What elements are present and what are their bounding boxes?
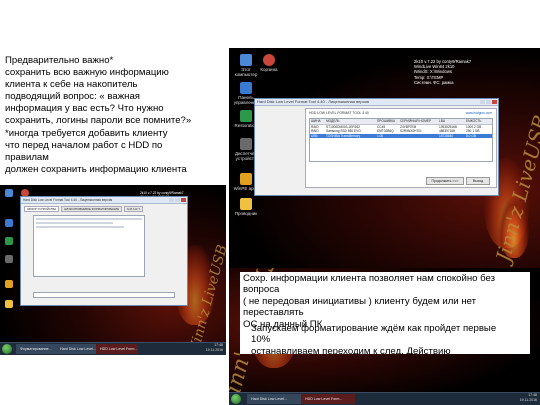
window-titlebar[interactable]: Hard Disk Low Level Format Tool 4.40 - Л… bbox=[21, 197, 187, 204]
taskbar: Форматирование... Hard Disk Low Level...… bbox=[0, 342, 226, 355]
taskbar-item[interactable]: HDD Low Level Form... bbox=[96, 344, 138, 354]
minimize-button[interactable] bbox=[169, 198, 174, 202]
start-button[interactable] bbox=[2, 344, 12, 354]
exit-button[interactable]: Выход bbox=[466, 177, 490, 185]
computer-icon[interactable] bbox=[1, 189, 17, 198]
continue-button[interactable]: Продолжить >>> bbox=[426, 177, 464, 185]
instructions-line: сохранить всю важную информацию bbox=[5, 67, 169, 79]
hdd-format-window: Hard Disk Low Level Format Tool 4.40 - Л… bbox=[254, 98, 499, 196]
taskbar-item[interactable]: Hard Disk Low Level... bbox=[247, 394, 301, 404]
info-line: вопроса bbox=[243, 284, 280, 296]
site-link[interactable]: www.hddguru.com bbox=[466, 111, 492, 115]
window-titlebar[interactable]: Hard Disk Low Level Format Tool 4.40 - Л… bbox=[255, 99, 498, 106]
taskbar-clock[interactable]: 17:48 19.11.2016 bbox=[520, 393, 537, 403]
column-header[interactable]: ШИНА bbox=[310, 119, 325, 124]
table-row[interactable]: USB TOSHIBA TransMemory 1.00 15728640 8.… bbox=[310, 133, 492, 138]
info-line: переставлять bbox=[243, 307, 304, 319]
info-text: Сохр. информации клиента позволяет нам с… bbox=[243, 273, 533, 330]
taskbar-item[interactable]: Форматирование... bbox=[16, 344, 58, 354]
instructions-line: информация у вас есть? Что нужно bbox=[5, 103, 164, 115]
screenshot-top: Этот компьютер Корзина Панель управления… bbox=[229, 48, 540, 268]
inner-title: HDD LOW LEVEL FORMAT TOOL 4.40 bbox=[309, 111, 369, 115]
instructions-line: правилам bbox=[5, 151, 49, 163]
info-line: ( не передовая инициативы ) клиенту буде… bbox=[243, 295, 477, 307]
column-header[interactable]: LBA bbox=[438, 119, 465, 124]
instructions-text: Предварительно важно* сохранить всю важн… bbox=[5, 55, 227, 176]
taskbar: Hard Disk Low Level... HDD Low Level For… bbox=[229, 392, 540, 405]
instructions-line: клиента к себе на накопитель bbox=[5, 79, 138, 91]
explorer-icon[interactable] bbox=[1, 300, 17, 309]
instructions-line: что перед началом работ с HDD по bbox=[5, 139, 163, 151]
taskbar-item[interactable]: Hard Disk Low Level... bbox=[56, 344, 98, 354]
column-header[interactable]: МОДЕЛЬ bbox=[325, 119, 376, 124]
tab-low-level-format[interactable]: НИЗКОУРОВНЕВОЕ ФОРМАТИРОВАНИЕ bbox=[61, 206, 123, 212]
control-panel-icon[interactable] bbox=[1, 219, 17, 228]
maximize-button[interactable] bbox=[486, 100, 491, 104]
progress-bar bbox=[33, 292, 175, 298]
hdd-format-window: Hard Disk Low Level Format Tool 4.40 - Л… bbox=[20, 196, 188, 306]
tab-overview[interactable]: ОБЗОР УСТРОЙСТВА bbox=[24, 206, 60, 212]
instructions-line: Предварительно важно* bbox=[5, 55, 114, 66]
device-manager-icon[interactable] bbox=[1, 255, 17, 264]
system-info-overlay: 2k10 v.7.22 by conty9/Ramak7 WindLive Wi… bbox=[414, 59, 472, 85]
restoration-icon[interactable] bbox=[1, 237, 17, 246]
instructions-line: подводящий вопрос: « важная bbox=[5, 91, 140, 103]
close-button[interactable] bbox=[181, 198, 186, 202]
screenshot-small: 2k10 v.7.22 by conty9/Ramak7 WinLive Win… bbox=[0, 185, 226, 355]
instructions-line: должен сохранить информацию клиента bbox=[5, 163, 187, 175]
recycle-bin-icon[interactable]: Корзина bbox=[256, 54, 282, 72]
winpe-apps-icon[interactable] bbox=[1, 280, 17, 289]
drives-table: ШИНА МОДЕЛЬ ПРОШИВКА СЕРИЙНЫЙ НОМЕР LBA … bbox=[309, 118, 493, 162]
overlap-text: Запускаем форматирование ждём как пройде… bbox=[251, 323, 531, 355]
overlap-line: Запускаем форматирование ждём как пройде… bbox=[251, 323, 497, 334]
overlap-line: 10% bbox=[251, 334, 271, 346]
log-area bbox=[33, 215, 145, 277]
start-button[interactable] bbox=[231, 394, 241, 404]
tab-smart[interactable]: S.M.A.R.T. bbox=[124, 206, 144, 212]
column-header[interactable]: ЕМКОСТЬ bbox=[465, 119, 492, 124]
minimize-button[interactable] bbox=[480, 100, 485, 104]
close-button[interactable] bbox=[492, 100, 497, 104]
explorer-icon[interactable]: Проводник bbox=[233, 198, 259, 216]
taskbar-clock[interactable]: 17:48 19.11.2016 bbox=[206, 343, 223, 353]
info-line: Сохр. информации клиента позволяет нам с… bbox=[243, 273, 496, 284]
maximize-button[interactable] bbox=[175, 198, 180, 202]
taskbar-item[interactable]: HDD Low Level Form... bbox=[301, 394, 355, 404]
column-header[interactable]: ПРОШИВКА bbox=[376, 119, 399, 124]
instructions-line: *иногда требуется добавить клиенту bbox=[5, 127, 168, 139]
instructions-line: сохранить, логины пароли все помните?» bbox=[5, 115, 192, 127]
overlap-line: останавливаем переходим к след. Действию bbox=[251, 345, 451, 355]
column-header[interactable]: СЕРИЙНЫЙ НОМЕР bbox=[399, 119, 438, 124]
